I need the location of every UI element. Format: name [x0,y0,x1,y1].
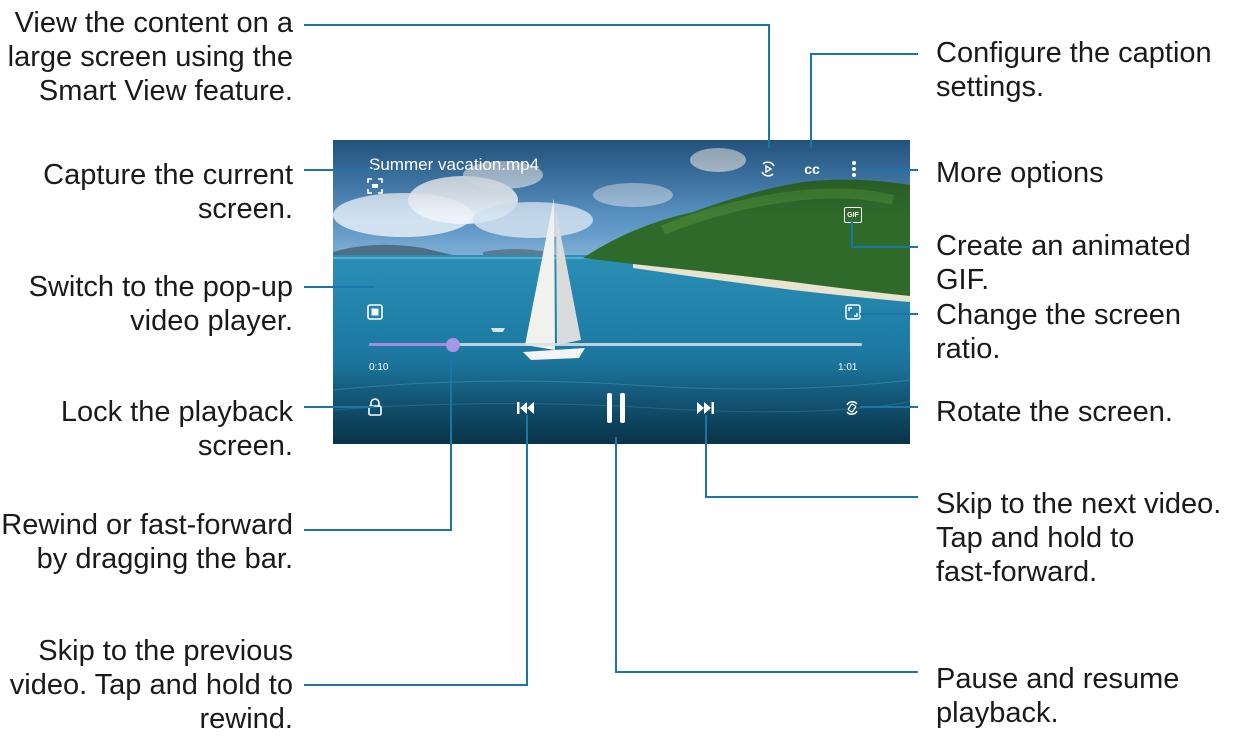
callout-seek: Rewind or fast-forward by dragging the b… [1,509,293,575]
callout-more: More options [936,157,1104,189]
captions-button[interactable]: cc [799,158,825,180]
screen-ratio-button[interactable] [842,301,864,323]
video-player-screen[interactable]: Summer vacation.mp4 cc GIF 0:10 1:01 [333,140,910,444]
seek-played [369,343,453,346]
rotate-button[interactable] [840,396,864,420]
callout-pause: Pause and resume playback. [936,663,1180,729]
lock-icon [368,398,382,416]
leader-pause [615,437,918,673]
previous-icon [517,402,534,414]
leader-captions [810,53,918,148]
elapsed-time: 0:10 [369,362,389,373]
seek-bar[interactable] [369,338,862,352]
seek-thumb[interactable] [445,338,460,352]
callout-popup: Switch to the pop-up video player. [28,271,293,337]
callout-previous: Skip to the previous video. Tap and hold… [9,635,293,735]
pause-button[interactable] [601,390,631,426]
total-duration: 1:01 [838,362,858,373]
callout-ratio: Change the screen ratio. [936,299,1182,365]
gif-button[interactable]: GIF [842,204,864,226]
callout-lock: Lock the playback screen. [60,396,293,462]
rotate-icon [846,401,858,415]
leader-previous [304,415,528,686]
smart-view-icon [761,161,775,177]
screen-ratio-icon [845,304,861,320]
lock-button[interactable] [364,395,386,419]
capture-icon [367,178,383,194]
popup-player-button[interactable] [364,301,386,323]
next-icon [697,402,714,414]
more-options-button[interactable] [847,156,861,182]
callout-captions: Configure the caption settings. [936,37,1212,103]
smart-view-button[interactable] [757,158,779,180]
popup-player-icon [367,304,383,320]
next-button[interactable] [693,397,717,419]
callout-rotate: Rotate the screen. [936,396,1173,428]
callout-capture: Capture the current screen. [43,159,293,225]
video-title: Summer vacation.mp4 [369,155,540,174]
more-vertical-icon [852,161,856,177]
callout-gif: Create an animated GIF. [936,230,1191,296]
leader-smart-view [304,24,770,148]
capture-button[interactable] [364,175,386,197]
callout-smart-view: View the content on a large screen using… [7,7,293,107]
gif-label: GIF [847,211,859,219]
callout-next: Skip to the next video. Tap and hold to … [936,488,1222,588]
gif-icon: GIF [844,207,862,223]
pause-icon [607,393,625,423]
cc-icon: cc [804,161,820,177]
previous-button[interactable] [514,397,538,419]
